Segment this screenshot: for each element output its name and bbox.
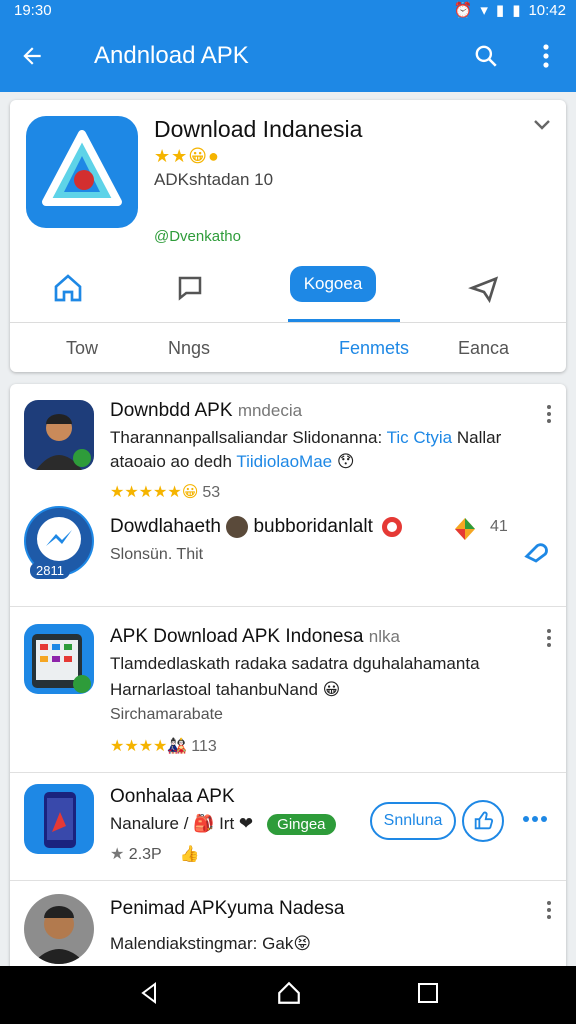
person-avatar-icon [36,414,91,470]
app-list-card: Downbdd APK mndecia Tharannanpallsaliand… [10,384,566,984]
arrow-left-icon [23,47,41,65]
like-button[interactable] [462,800,504,842]
item-title: Penimad APKyuma Nadesa [110,898,345,919]
thumbs-up-icon [474,811,494,830]
small-avatar-icon [226,516,249,538]
item-description: Nanalure / 🎒 Irt ❤ Gingea [110,814,336,835]
search-button[interactable] [456,43,516,69]
install-button[interactable]: Snnluna [370,802,456,840]
more-horiz-button[interactable] [522,810,548,828]
thumbs-up-icon: 👍 [179,846,200,863]
comment-button[interactable] [170,268,210,308]
triangle-back-icon [141,981,157,1004]
app-rating: ★★😀● [154,146,220,166]
chevron-down-icon [534,120,550,130]
back-button[interactable] [0,43,64,69]
item-description-2: Harnarlastoal tahanbuNand 😀 [110,680,341,699]
more-vert-icon [543,44,549,68]
signal-icon: ▮ [495,2,505,19]
item-description-2: ataoaio ao dedh TiidiolaoMae 😯 [110,452,355,471]
send-button[interactable] [464,268,504,308]
item-count: 41 [490,518,508,535]
item-more-button[interactable] [546,628,552,648]
app-detail-card: Download Indanesia ★★😀● ADKshtadan 10 @D… [10,100,566,372]
app-icon[interactable] [26,116,138,228]
person-avatar-icon [32,906,86,964]
status-right-time: 10:42 [528,1,566,19]
item-title: APK Download APK Indonesa nlka [110,626,400,647]
more-vert-icon [547,629,551,647]
nav-back-button[interactable] [137,981,161,1010]
divider [10,880,566,881]
tablet-app-icon [32,634,91,693]
developer-label[interactable]: @Dvenkatho [154,228,241,245]
status-bar: 19:30 ⏰ ▾ ▮ ▮ 10:42 [0,0,576,20]
item-description: Tlamdedlaskath radaka sadatra dguhalaham… [110,654,480,673]
avatar [24,894,94,964]
divider [10,772,566,773]
battery-icon: ▮ [512,2,521,19]
home-icon [54,274,82,302]
tab-divider [10,322,566,323]
comment-icon [178,276,202,301]
app-subline: ADKshtadan 10 [154,170,274,189]
item-subtitle: Sirchamarabate [110,706,223,723]
status-pill: Gingea [267,814,336,835]
alarm-icon: ⏰ [453,2,473,19]
app-logo-icon [42,130,122,206]
tab-fenmets[interactable]: Fenmets [339,338,409,359]
gem-icon [452,516,478,547]
send-icon [468,276,499,304]
item-rating: ★★★★🎎 113 [110,738,217,755]
item-more-button[interactable] [546,900,552,920]
nav-recents-button[interactable] [417,982,439,1009]
chrome-icon [382,517,403,537]
wifi-icon: ▾ [480,2,488,19]
star-icon: ★ [110,846,125,863]
item-badge: 2811 [30,562,70,579]
home-outline-icon [278,981,300,1004]
app-bar-title: Andnload APK [94,42,249,69]
nav-home-button[interactable] [276,980,302,1011]
square-icon [417,982,438,1003]
avatar [24,400,94,470]
item-description: Tharannanpallsaliandar Slidonanna: Tic C… [110,428,502,447]
item-rating: ★ 2.3P 👍 [110,846,200,863]
item-description: Malendiakstingmar: Gak😝 [110,934,312,953]
app-thumb [24,624,94,694]
category-pill[interactable]: Kogoea [290,266,376,302]
item-title: Oonhalaa APK [110,786,235,807]
status-icons: ⏰ ▾ ▮ ▮ 10:42 [453,1,566,20]
tab-nngs[interactable]: Nngs [168,338,210,359]
phone-app-icon [44,792,76,848]
more-vert-icon [547,405,551,423]
more-horiz-icon [523,816,547,822]
item-subtitle: Slonsün. Thit [110,546,204,563]
action-icon-row: Kogoea [10,260,566,322]
tab-tow[interactable]: Tow [66,338,98,359]
tab-eanca[interactable]: Eanca [458,338,509,359]
pin-icon [524,543,548,563]
item-title: Downbdd APK mndecia [110,400,303,421]
overflow-menu-button[interactable] [516,43,576,69]
app-name: Download Indanesia [154,116,363,142]
search-icon [475,45,497,67]
more-vert-icon [547,901,551,919]
item-title: Dowdlahaeth bubboridanlalt [110,516,403,538]
item-action-button[interactable] [522,540,550,573]
system-nav-bar [0,966,576,1024]
status-time: 19:30 [14,1,52,19]
divider [10,606,566,607]
item-rating: ★★★★★😀 53 [110,484,221,501]
app-thumb [24,784,94,854]
item-more-button[interactable] [546,404,552,424]
home-button[interactable] [48,268,88,308]
app-bar: Andnload APK [0,20,576,92]
collapse-button[interactable] [532,118,552,137]
